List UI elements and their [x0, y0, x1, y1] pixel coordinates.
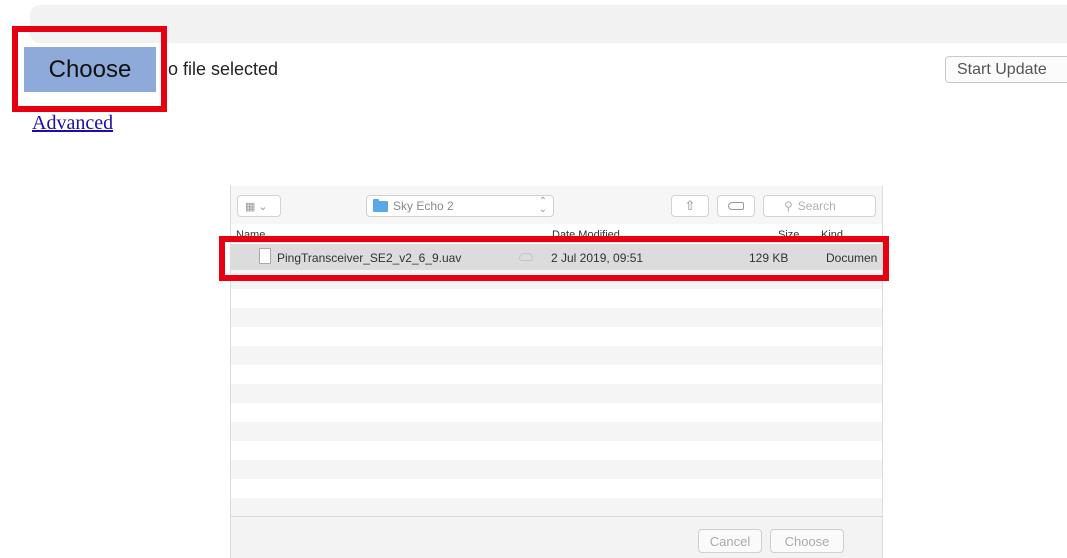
folder-icon [373, 198, 388, 212]
no-file-selected-text: o file selected [168, 59, 279, 79]
share-icon: ⇧ [684, 198, 696, 213]
chevron-down-icon: ⌄ [258, 200, 268, 213]
up-down-chevron-icon: ⌃ ⌄ [538, 196, 547, 215]
search-placeholder: Search [797, 199, 836, 213]
dialog-toolbar: ▦ ⌄ Sky Echo 2 ⌃ ⌄ ⇧ ⚲ Search [231, 186, 882, 224]
start-update-button[interactable]: Start Update [945, 56, 1067, 83]
tag-button[interactable] [717, 195, 755, 217]
search-input[interactable]: ⚲ Search [763, 195, 876, 217]
file-row-highlight [219, 236, 889, 281]
view-mode-toggle[interactable]: ▦ ⌄ [237, 195, 281, 217]
advanced-link[interactable]: Advanced [32, 112, 113, 135]
location-label: Sky Echo 2 [393, 199, 454, 213]
choose-button-highlight [12, 26, 167, 112]
top-bar [30, 5, 1067, 43]
cancel-button[interactable]: Cancel [698, 529, 762, 553]
empty-file-list [231, 270, 882, 516]
tag-icon [728, 202, 744, 210]
dialog-choose-button[interactable]: Choose [770, 529, 844, 553]
grid-icon: ▦ [245, 200, 256, 213]
search-icon: ⚲ [784, 199, 793, 213]
dialog-footer: Cancel Choose [231, 516, 882, 558]
location-dropdown[interactable]: Sky Echo 2 ⌃ ⌄ [366, 195, 554, 217]
share-button[interactable]: ⇧ [671, 195, 709, 217]
